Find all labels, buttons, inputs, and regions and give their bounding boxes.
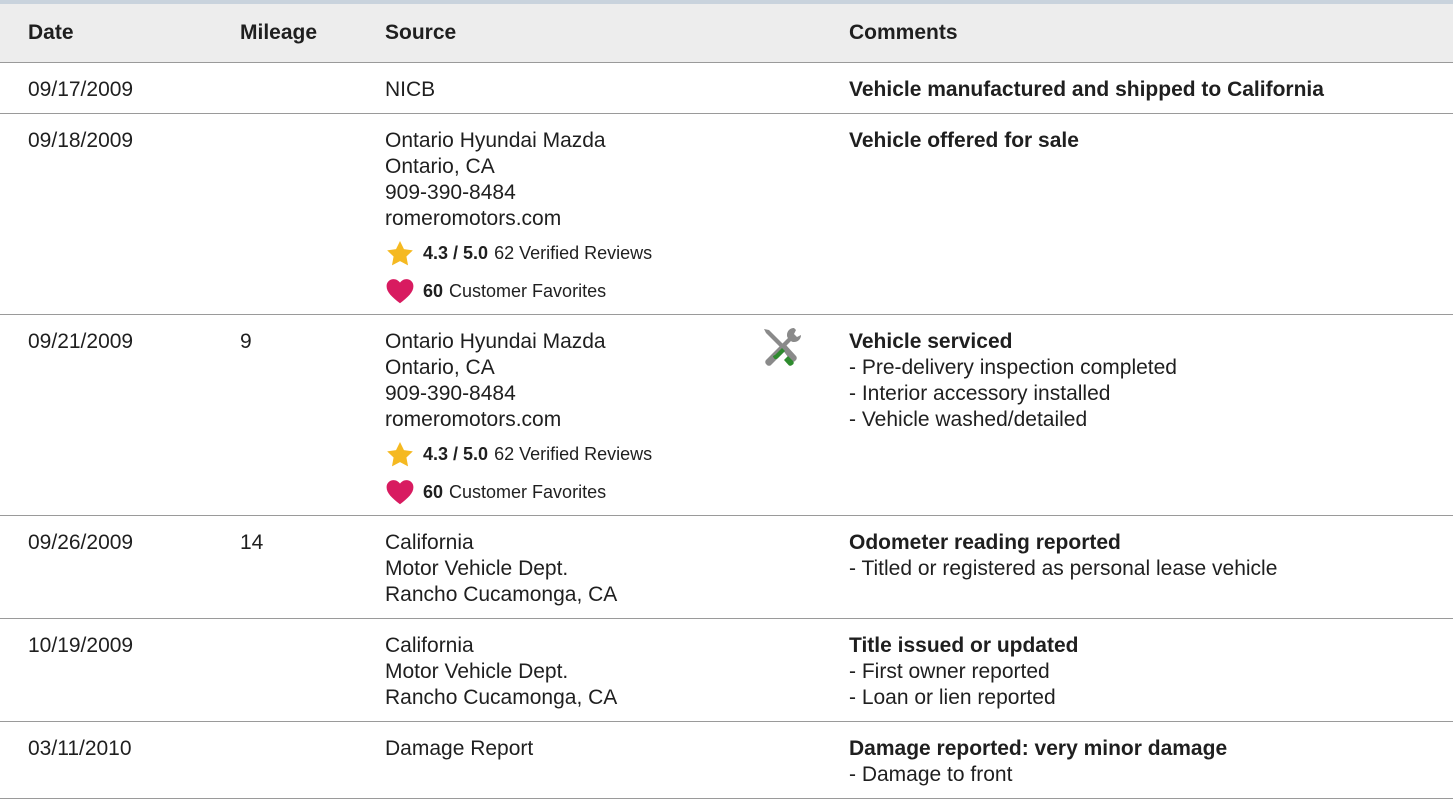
date-cell: 03/11/2010 — [0, 721, 240, 799]
source-line: Motor Vehicle Dept. — [385, 557, 569, 580]
source-cell: Ontario Hyundai Mazda Ontario, CA 909-39… — [385, 314, 758, 516]
source-line: Rancho Cucamonga, CA — [385, 583, 618, 606]
date-cell: 09/26/2009 — [0, 515, 240, 619]
table-row: 03/11/2010 Damage Report Damage reported… — [0, 721, 1453, 799]
icon-cell — [758, 113, 849, 315]
rating-value: 4.3 / 5.0 — [423, 243, 489, 263]
reviews-count: 62 Verified Reviews — [494, 444, 653, 464]
dealer-rating[interactable]: 4.3 / 5.0 62 Verified Reviews — [385, 441, 758, 467]
source-cell: Ontario Hyundai Mazda Ontario, CA 909-39… — [385, 113, 758, 315]
favorites-count: 60 — [423, 281, 444, 301]
comment-detail: - First owner reported — [849, 660, 1050, 683]
comment-detail: - Loan or lien reported — [849, 686, 1056, 709]
star-icon — [385, 240, 415, 266]
dealer-phone[interactable]: 909-390-8484 — [385, 381, 758, 407]
date-cell: 10/19/2009 — [0, 618, 240, 722]
source-line: Rancho Cucamonga, CA — [385, 686, 618, 709]
source-cell: Damage Report — [385, 721, 758, 799]
column-header-source[interactable]: Source — [385, 4, 758, 63]
mileage-cell — [240, 721, 385, 799]
source-name: NICB — [385, 78, 436, 101]
comments-cell: Vehicle serviced - Pre-delivery inspecti… — [849, 314, 1453, 516]
icon-cell — [758, 62, 849, 114]
dealer-name: Ontario Hyundai Mazda — [385, 330, 606, 353]
dealer-website[interactable]: romeromotors.com — [385, 407, 758, 433]
reviews-count: 62 Verified Reviews — [494, 243, 653, 263]
source-line: California — [385, 531, 474, 554]
icon-cell — [758, 618, 849, 722]
heart-icon — [385, 278, 415, 304]
comments-cell: Vehicle offered for sale — [849, 113, 1453, 315]
favorites-count: 60 — [423, 482, 444, 502]
comment-title: Vehicle offered for sale — [849, 129, 1079, 152]
rating-value: 4.3 / 5.0 — [423, 444, 489, 464]
source-line: California — [385, 634, 474, 657]
source-line: Motor Vehicle Dept. — [385, 660, 569, 683]
dealer-location: Ontario, CA — [385, 356, 495, 379]
heart-icon — [385, 479, 415, 505]
comment-title: Vehicle manufactured and shipped to Cali… — [849, 78, 1324, 101]
icon-cell — [758, 515, 849, 619]
mileage-cell — [240, 618, 385, 722]
comments-cell: Vehicle manufactured and shipped to Cali… — [849, 62, 1453, 114]
comments-cell: Title issued or updated - First owner re… — [849, 618, 1453, 722]
column-header-icon — [758, 4, 849, 63]
date-cell: 09/17/2009 — [0, 62, 240, 114]
mileage-cell — [240, 113, 385, 315]
comment-detail: - Titled or registered as personal lease… — [849, 557, 1278, 580]
date-cell: 09/21/2009 — [0, 314, 240, 516]
table-row: 09/26/2009 14 California Motor Vehicle D… — [0, 515, 1453, 619]
source-cell: NICB — [385, 62, 758, 114]
dealer-favorites[interactable]: 60 Customer Favorites — [385, 479, 758, 505]
comment-title: Vehicle serviced — [849, 330, 1013, 353]
mileage-cell: 14 — [240, 515, 385, 619]
comments-cell: Damage reported: very minor damage - Dam… — [849, 721, 1453, 799]
table-row: 09/21/2009 9 Ontario Hyundai Mazda Ontar… — [0, 314, 1453, 516]
column-header-mileage[interactable]: Mileage — [240, 4, 385, 63]
table-row: 10/19/2009 California Motor Vehicle Dept… — [0, 618, 1453, 722]
comment-title: Damage reported: very minor damage — [849, 737, 1228, 760]
mileage-cell — [240, 62, 385, 114]
comments-cell: Odometer reading reported - Titled or re… — [849, 515, 1453, 619]
service-tools-icon — [758, 325, 849, 369]
comment-title: Odometer reading reported — [849, 531, 1121, 554]
dealer-website[interactable]: romeromotors.com — [385, 206, 758, 232]
table-row: 09/17/2009 NICB Vehicle manufactured and… — [0, 62, 1453, 114]
comment-detail: - Interior accessory installed — [849, 382, 1111, 405]
icon-cell — [758, 314, 849, 516]
dealer-rating[interactable]: 4.3 / 5.0 62 Verified Reviews — [385, 240, 758, 266]
dealer-name: Ontario Hyundai Mazda — [385, 129, 606, 152]
comment-detail: - Vehicle washed/detailed — [849, 408, 1088, 431]
table-row: 09/18/2009 Ontario Hyundai Mazda Ontario… — [0, 113, 1453, 315]
column-header-comments[interactable]: Comments — [849, 4, 1453, 63]
vehicle-history-table: Date Mileage Source Comments 09/17/2009 … — [0, 4, 1453, 799]
vehicle-history-page: Date Mileage Source Comments 09/17/2009 … — [0, 0, 1453, 799]
dealer-favorites[interactable]: 60 Customer Favorites — [385, 278, 758, 304]
favorites-label: Customer Favorites — [449, 482, 607, 502]
comment-detail: - Damage to front — [849, 763, 1013, 786]
favorites-label: Customer Favorites — [449, 281, 607, 301]
dealer-phone[interactable]: 909-390-8484 — [385, 180, 758, 206]
source-cell: California Motor Vehicle Dept. Rancho Cu… — [385, 515, 758, 619]
date-cell: 09/18/2009 — [0, 113, 240, 315]
icon-cell — [758, 721, 849, 799]
dealer-location: Ontario, CA — [385, 155, 495, 178]
table-header-row: Date Mileage Source Comments — [0, 4, 1453, 63]
column-header-date[interactable]: Date — [0, 4, 240, 63]
mileage-cell: 9 — [240, 314, 385, 516]
source-line: Damage Report — [385, 737, 534, 760]
star-icon — [385, 441, 415, 467]
comment-detail: - Pre-delivery inspection completed — [849, 356, 1177, 379]
source-cell: California Motor Vehicle Dept. Rancho Cu… — [385, 618, 758, 722]
comment-title: Title issued or updated — [849, 634, 1079, 657]
